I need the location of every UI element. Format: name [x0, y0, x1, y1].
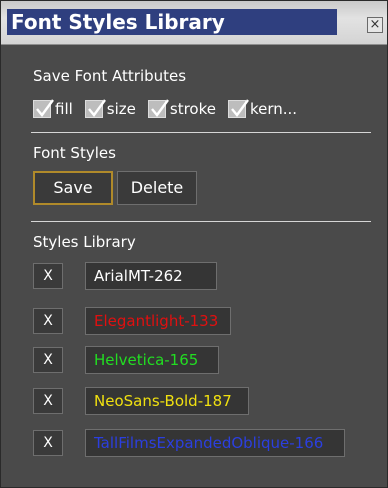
attribute-checkboxes: fill size stroke kern... [33, 95, 309, 123]
checkmark-icon [147, 99, 169, 118]
window-title: Font Styles Library [7, 9, 337, 35]
size-checkbox-label: size [106, 100, 136, 118]
style-item-helvetica-165[interactable]: Helvetica-165 [85, 346, 219, 374]
remove-style-button[interactable]: X [33, 308, 63, 334]
fill-checkbox-label: fill [55, 100, 73, 118]
font-styles-label: Font Styles [33, 144, 116, 162]
stroke-checkbox[interactable]: stroke [147, 99, 216, 118]
size-checkbox[interactable]: size [84, 99, 136, 118]
style-item-tallfilmsexpandedoblique-166[interactable]: TallFilmsExpandedOblique-166 [85, 429, 345, 457]
remove-style-button[interactable]: X [33, 347, 63, 373]
checkmark-icon [227, 99, 249, 118]
kern-checkbox[interactable]: kern... [227, 99, 298, 118]
styles-library-label: Styles Library [33, 233, 136, 251]
checkmark-icon [33, 99, 54, 118]
divider [31, 132, 371, 133]
style-item-elegantlight-133[interactable]: Elegantlight-133 [85, 307, 231, 335]
save-button[interactable]: Save [33, 171, 113, 205]
style-item-arialmt-262[interactable]: ArialMT-262 [85, 262, 217, 290]
font-styles-library-window: Font Styles Library × Save Font Attribut… [0, 0, 388, 488]
delete-button[interactable]: Delete [117, 171, 197, 205]
style-item-neosans-bold-187[interactable]: NeoSans-Bold-187 [85, 387, 249, 415]
remove-style-button[interactable]: X [33, 430, 63, 456]
checkmark-icon [84, 99, 106, 118]
remove-style-button[interactable]: X [33, 263, 63, 289]
save-font-attributes-label: Save Font Attributes [33, 67, 187, 85]
title-bar[interactable]: Font Styles Library × [1, 1, 387, 45]
remove-style-button[interactable]: X [33, 388, 63, 414]
fill-checkbox[interactable]: fill [33, 99, 73, 118]
close-icon[interactable]: × [367, 17, 383, 33]
divider [31, 221, 371, 222]
kern-checkbox-label: kern... [249, 100, 298, 118]
stroke-checkbox-label: stroke [169, 100, 216, 118]
